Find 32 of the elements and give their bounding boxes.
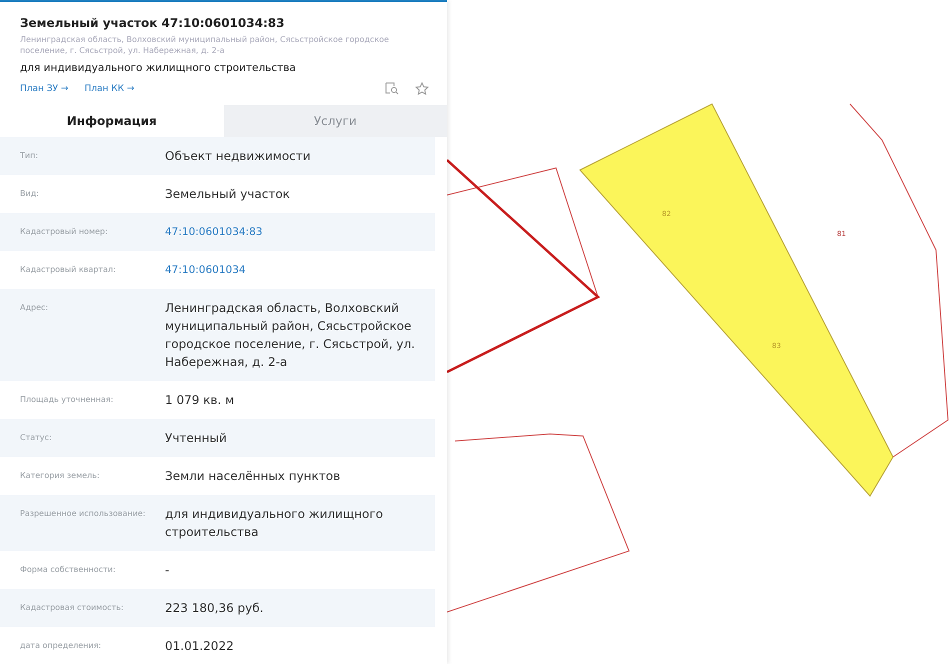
field-label: Кадастровый номер:	[20, 226, 109, 237]
field-label: Кадастровый квартал:	[20, 264, 117, 275]
field-value: Ленинградская область, Волховский муниципальный район, Сясьстройское городское поселение, г. Сясьстрой, ул. Набережная, д. 2-а	[165, 300, 416, 371]
field-label: Вид:	[20, 188, 40, 199]
parcel-title: Земельный участок 47:10:0601034:83	[20, 16, 286, 30]
plan-link[interactable]: План КК →	[84, 84, 134, 94]
field-value: -	[165, 562, 170, 579]
field-value: Земельный участок	[165, 186, 291, 203]
field-label: Адрес:	[20, 302, 50, 313]
field-label: Форма собственности:	[20, 564, 117, 575]
field-value: 01.01.2022	[165, 638, 235, 655]
tab[interactable]: Услуги	[224, 105, 447, 137]
purpose-text: для индивидуального жилищного строительства	[20, 62, 297, 74]
field-label: Тип:	[20, 150, 40, 161]
field-value: 1 079 кв. м	[165, 392, 236, 409]
field-link[interactable]: 47:10:0601034:83	[165, 223, 427, 241]
field-value: Учтенный	[165, 430, 228, 447]
field-value: 223 180,36 руб.	[165, 600, 264, 617]
search-icon[interactable]	[385, 82, 399, 95]
field-value: Объект недвижимости	[165, 148, 312, 165]
address-text: Ленинградская область, Волховский муниципальный район, Сясьстройское городское поселение, г. Сясьстрой, ул. Набережная, д. 2-а	[20, 34, 390, 56]
field-value: Земли населённых пунктов	[165, 468, 342, 485]
plan-link[interactable]: План ЗУ →	[20, 84, 68, 94]
field-label: дата определения:	[20, 640, 102, 651]
field-link[interactable]: 47:10:0601034	[165, 261, 427, 279]
field-label: Разрешенное использование:	[20, 508, 146, 519]
field-label: Кадастровая стоимость:	[20, 602, 125, 613]
field-value: для индивидуального жилищного строительства	[165, 506, 384, 541]
field-label: Площадь уточненная:	[20, 394, 114, 405]
field-label: Статус:	[20, 432, 53, 443]
field-label: Категория земель:	[20, 470, 101, 481]
star-icon[interactable]	[415, 82, 429, 95]
